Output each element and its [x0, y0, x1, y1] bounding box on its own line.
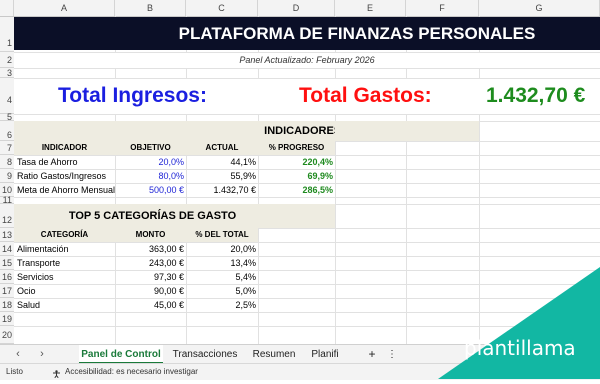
categories-header-percent: % DEL TOTAL	[195, 230, 249, 239]
row-header-2[interactable]: 2	[0, 52, 14, 68]
column-header-e[interactable]: E	[335, 0, 406, 16]
row-header-13[interactable]: 13	[0, 228, 14, 242]
gridline	[14, 256, 600, 257]
row-header-15[interactable]: 15	[0, 256, 14, 270]
row-header-1[interactable]: 1	[0, 17, 14, 52]
row-header-5[interactable]: 5	[0, 113, 14, 122]
row-header-8[interactable]: 8	[0, 155, 14, 169]
tab-panel-de-control[interactable]: Panel de Control	[79, 345, 163, 364]
balance-value: 1.432,70 €	[486, 84, 586, 107]
column-header-d[interactable]: D	[258, 0, 335, 16]
row-header-3[interactable]: 3	[0, 68, 14, 78]
row-header-11[interactable]: 11	[0, 196, 14, 205]
category-name[interactable]: Salud	[17, 298, 40, 312]
dashboard-title: PLATAFORMA DE FINANZAS PERSONALES	[14, 17, 600, 50]
more-options-icon[interactable]: ⋮	[386, 345, 398, 364]
indicators-band-extension	[335, 121, 479, 141]
categories-header-amount: MONTO	[135, 230, 166, 239]
row-header-7[interactable]: 7	[0, 141, 14, 155]
indicator-target[interactable]: 20,0%	[115, 155, 184, 169]
accessibility-status[interactable]: Accesibilidad: es necesario investigar	[65, 364, 198, 380]
gridline	[14, 68, 600, 69]
status-ready: Listo	[6, 367, 23, 376]
indicators-header-progress: % PROGRESO	[268, 143, 325, 152]
row-header-9[interactable]: 9	[0, 169, 14, 183]
category-name[interactable]: Alimentación	[17, 242, 69, 256]
row-header-19[interactable]: 19	[0, 312, 14, 326]
chevron-left-icon[interactable]: ‹	[10, 347, 26, 362]
row-header-20[interactable]: 20	[0, 326, 14, 344]
accessibility-icon[interactable]	[52, 368, 61, 379]
category-percent[interactable]: 20,0%	[186, 242, 256, 256]
categories-title: TOP 5 CATEGORÍAS DE GASTO	[14, 204, 335, 228]
indicator-progress[interactable]: 220,4%	[258, 155, 333, 169]
gridline	[14, 114, 600, 115]
row-header-17[interactable]: 17	[0, 284, 14, 298]
indicator-actual[interactable]: 1.432,70 €	[186, 183, 256, 197]
category-percent[interactable]: 5,4%	[186, 270, 256, 284]
indicator-actual[interactable]: 55,9%	[186, 169, 256, 183]
indicator-name[interactable]: Meta de Ahorro Mensual	[17, 183, 115, 197]
row-header-12[interactable]: 12	[0, 204, 14, 228]
column-header-f[interactable]: F	[406, 0, 479, 16]
row-header-18[interactable]: 18	[0, 298, 14, 312]
category-name[interactable]: Ocio	[17, 284, 36, 298]
column-header-a[interactable]: A	[14, 0, 115, 16]
brand-logo: plantillama	[464, 336, 576, 360]
category-percent[interactable]: 2,5%	[186, 298, 256, 312]
indicator-name[interactable]: Ratio Gastos/Ingresos	[17, 169, 106, 183]
indicator-target[interactable]: 500,00 €	[115, 183, 184, 197]
add-sheet-button[interactable]: +	[364, 345, 380, 364]
tab-planifi[interactable]: Planifi	[306, 345, 344, 364]
row-header-4[interactable]: 4	[0, 78, 14, 114]
last-updated-label: Panel Actualizado: February 2026	[239, 55, 375, 65]
indicators-header-target: OBJETIVO	[130, 143, 171, 152]
category-name[interactable]: Servicios	[17, 270, 54, 284]
row-header-16[interactable]: 16	[0, 270, 14, 284]
indicator-progress[interactable]: 69,9%	[258, 169, 333, 183]
indicators-header-actual: ACTUAL	[205, 143, 239, 152]
category-percent[interactable]: 13,4%	[186, 256, 256, 270]
category-percent[interactable]: 5,0%	[186, 284, 256, 298]
indicator-progress[interactable]: 286,5%	[258, 183, 333, 197]
tab-transacciones[interactable]: Transacciones	[168, 345, 242, 364]
category-amount[interactable]: 45,00 €	[115, 298, 184, 312]
gridline	[14, 197, 600, 198]
total-income-label: Total Ingresos:	[58, 84, 207, 107]
indicator-target[interactable]: 80,0%	[115, 169, 184, 183]
column-header-g[interactable]: G	[479, 0, 600, 16]
indicators-header-indicator: INDICADOR	[41, 143, 88, 152]
row-header-6[interactable]: 6	[0, 121, 14, 141]
category-name[interactable]: Transporte	[17, 256, 60, 270]
indicator-actual[interactable]: 44,1%	[186, 155, 256, 169]
category-amount[interactable]: 243,00 €	[115, 256, 184, 270]
select-all-corner[interactable]	[0, 0, 14, 16]
column-header-bar: A B C D E F G	[0, 0, 600, 17]
category-amount[interactable]: 97,30 €	[115, 270, 184, 284]
row-header-14[interactable]: 14	[0, 242, 14, 256]
gridline	[14, 242, 600, 243]
tab-resumen[interactable]: Resumen	[248, 345, 300, 364]
indicator-name[interactable]: Tasa de Ahorro	[17, 155, 78, 169]
brand-wedge	[438, 267, 600, 379]
indicators-title: INDICADORES FINANCIEROS	[14, 121, 420, 141]
chevron-right-icon[interactable]: ›	[34, 347, 50, 362]
category-amount[interactable]: 363,00 €	[115, 242, 184, 256]
categories-header-category: CATEGORÍA	[40, 230, 89, 239]
category-amount[interactable]: 90,00 €	[115, 284, 184, 298]
column-header-b[interactable]: B	[115, 0, 186, 16]
column-header-c[interactable]: C	[186, 0, 258, 16]
total-expenses-label: Total Gastos:	[299, 84, 432, 107]
